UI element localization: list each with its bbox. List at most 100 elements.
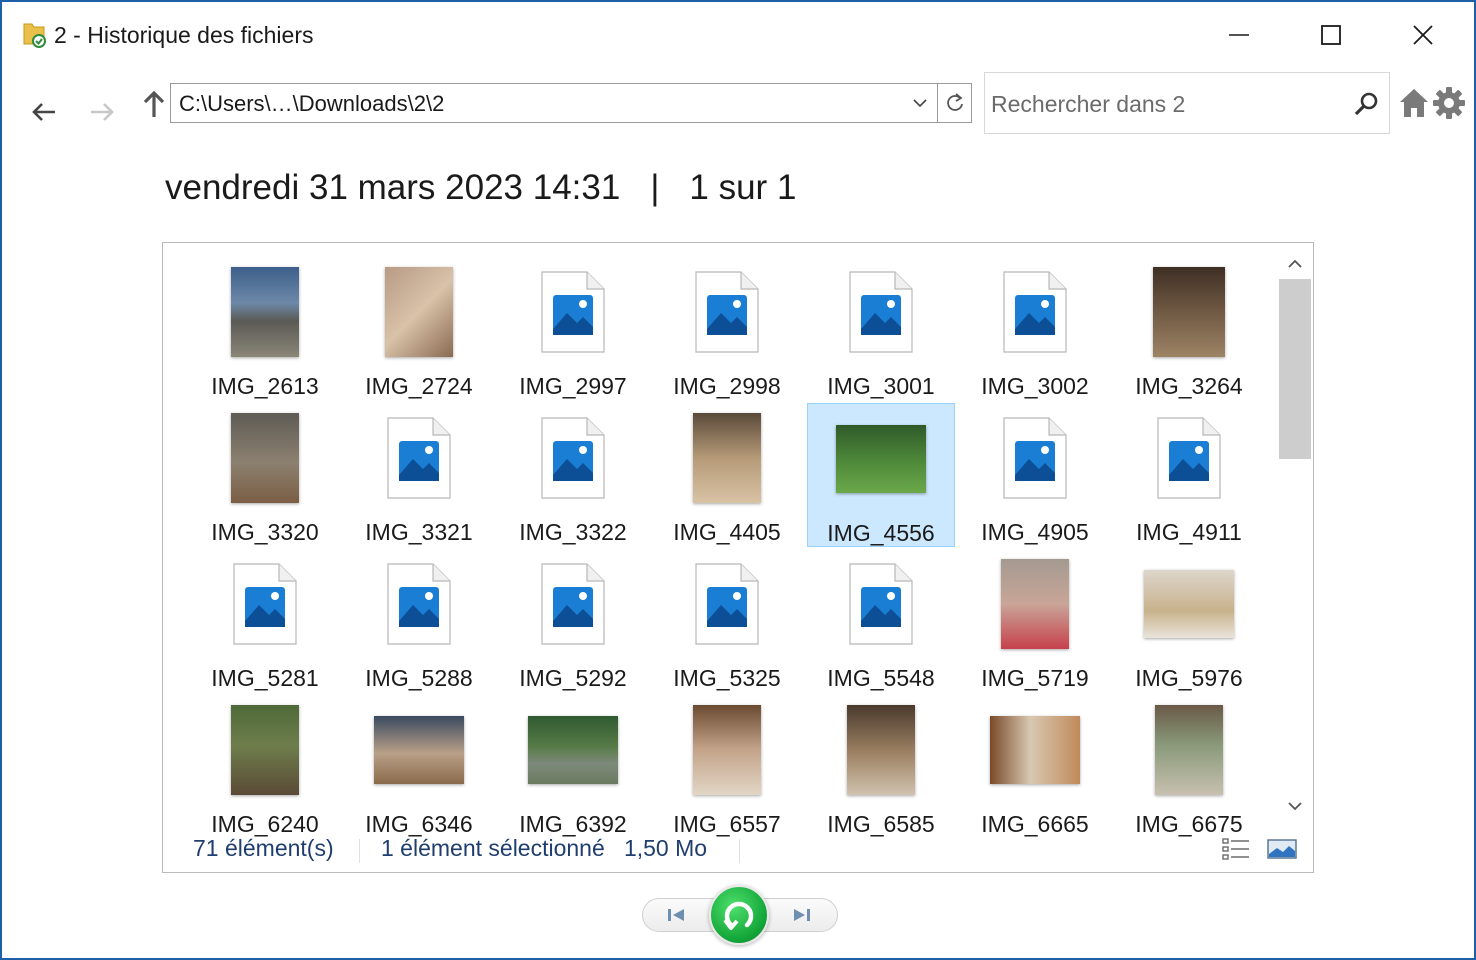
photo-thumbnail	[231, 267, 299, 357]
next-version-button[interactable]	[784, 902, 820, 928]
file-item[interactable]: IMG_3001	[807, 257, 955, 401]
file-name: IMG_4911	[1136, 519, 1242, 545]
file-item[interactable]: IMG_5288	[345, 549, 493, 693]
minimize-button[interactable]	[1204, 10, 1274, 60]
file-item[interactable]: IMG_2998	[653, 257, 801, 401]
vertical-scrollbar[interactable]	[1277, 243, 1313, 833]
gear-icon	[1433, 87, 1465, 119]
file-thumbnail	[345, 261, 493, 363]
scroll-up-button[interactable]	[1277, 249, 1313, 279]
file-item[interactable]: IMG_4405	[653, 403, 801, 547]
image-file-icon	[541, 271, 605, 353]
file-thumbnail	[1115, 261, 1263, 363]
file-view-pane: IMG_2613 IMG_2724 IMG_2997 IMG_2998 IMG_3001…	[162, 242, 1314, 873]
close-icon	[1413, 25, 1433, 45]
chevron-up-icon	[1288, 259, 1302, 268]
file-item[interactable]: IMG_3320	[191, 403, 339, 547]
file-thumbnail	[499, 261, 647, 363]
file-thumbnail	[1115, 553, 1263, 655]
file-item[interactable]: IMG_2997	[499, 257, 647, 401]
address-history-dropdown[interactable]	[904, 84, 936, 122]
previous-version-icon	[668, 909, 684, 921]
photo-thumbnail	[1155, 705, 1223, 795]
scroll-down-button[interactable]	[1277, 791, 1313, 821]
photo-thumbnail	[374, 716, 464, 784]
scroll-thumb[interactable]	[1279, 279, 1311, 459]
close-button[interactable]	[1388, 10, 1458, 60]
version-date: vendredi 31 mars 2023 14:31	[165, 168, 621, 207]
file-item[interactable]: IMG_6392	[499, 695, 647, 839]
details-view-button[interactable]	[1221, 837, 1251, 861]
home-button[interactable]	[1398, 86, 1430, 120]
restore-button[interactable]	[709, 885, 769, 945]
file-item[interactable]: IMG_2613	[191, 257, 339, 401]
status-divider	[359, 839, 360, 863]
photo-thumbnail	[528, 716, 618, 784]
file-item[interactable]: IMG_6346	[345, 695, 493, 839]
file-thumbnail	[807, 553, 955, 655]
file-item[interactable]: IMG_4911	[1115, 403, 1263, 547]
file-thumbnail	[191, 699, 339, 801]
address-bar[interactable]: C:\Users\…\Downloads\2\2	[170, 83, 972, 123]
photo-thumbnail	[990, 716, 1080, 784]
details-view-icon	[1222, 838, 1249, 860]
image-file-icon	[849, 271, 913, 353]
large-icons-view-button[interactable]	[1267, 837, 1297, 861]
photo-thumbnail	[1153, 267, 1225, 357]
selection-info: 1 élément sélectionné 1,50 Mo	[381, 835, 707, 862]
file-item[interactable]: IMG_3322	[499, 403, 647, 547]
file-name: IMG_5325	[673, 665, 781, 691]
file-item[interactable]: IMG_5292	[499, 549, 647, 693]
photo-thumbnail	[231, 705, 299, 795]
file-item[interactable]: IMG_3264	[1115, 257, 1263, 401]
file-name: IMG_3321	[365, 519, 473, 545]
address-path[interactable]: C:\Users\…\Downloads\2\2	[179, 91, 444, 117]
file-item[interactable]: IMG_3321	[345, 403, 493, 547]
file-item[interactable]: IMG_5548	[807, 549, 955, 693]
file-item[interactable]: IMG_3002	[961, 257, 1109, 401]
file-item[interactable]: IMG_6557	[653, 695, 801, 839]
file-thumbnail	[1115, 407, 1263, 509]
image-file-icon	[541, 563, 605, 645]
file-name: IMG_2998	[673, 373, 781, 399]
image-file-icon	[233, 563, 297, 645]
forward-button[interactable]	[82, 92, 122, 132]
file-item[interactable]: IMG_5325	[653, 549, 801, 693]
file-thumbnail	[961, 261, 1109, 363]
photo-thumbnail	[693, 705, 761, 795]
previous-version-button[interactable]	[658, 902, 694, 928]
file-name: IMG_5292	[519, 665, 627, 691]
file-item[interactable]: IMG_6240	[191, 695, 339, 839]
back-button[interactable]	[24, 92, 64, 132]
file-thumbnail	[807, 261, 955, 363]
restore-icon	[723, 901, 754, 930]
file-item[interactable]: IMG_6585	[807, 695, 955, 839]
file-item[interactable]: IMG_2724	[345, 257, 493, 401]
window-title: 2 - Historique des fichiers	[54, 22, 314, 48]
file-name: IMG_5976	[1135, 665, 1243, 691]
file-item[interactable]: IMG_4905	[961, 403, 1109, 547]
file-thumbnail	[191, 407, 339, 509]
search-button[interactable]	[1349, 87, 1383, 121]
file-item[interactable]: IMG_6675	[1115, 695, 1263, 839]
settings-button[interactable]	[1432, 86, 1466, 120]
file-item[interactable]: IMG_6665	[961, 695, 1109, 839]
file-name: IMG_3320	[211, 519, 319, 545]
file-history-window: 2 - Historique des fichiers C:\Users\…\D…	[0, 0, 1476, 960]
file-name: IMG_3002	[981, 373, 1089, 399]
file-item[interactable]: IMG_4556	[807, 403, 955, 547]
file-item[interactable]: IMG_5719	[961, 549, 1109, 693]
file-item[interactable]: IMG_5976	[1115, 549, 1263, 693]
file-name: IMG_3264	[1135, 373, 1243, 399]
up-button[interactable]	[134, 84, 174, 124]
large-icons-view-icon	[1267, 839, 1297, 859]
file-name: IMG_5288	[365, 665, 473, 691]
chevron-down-icon	[913, 99, 927, 108]
image-file-icon	[849, 563, 913, 645]
search-box[interactable]	[984, 72, 1390, 134]
file-item[interactable]: IMG_5281	[191, 549, 339, 693]
maximize-button[interactable]	[1296, 10, 1366, 60]
search-input[interactable]	[991, 87, 1331, 121]
refresh-button[interactable]	[937, 84, 971, 122]
version-controls	[642, 884, 838, 945]
